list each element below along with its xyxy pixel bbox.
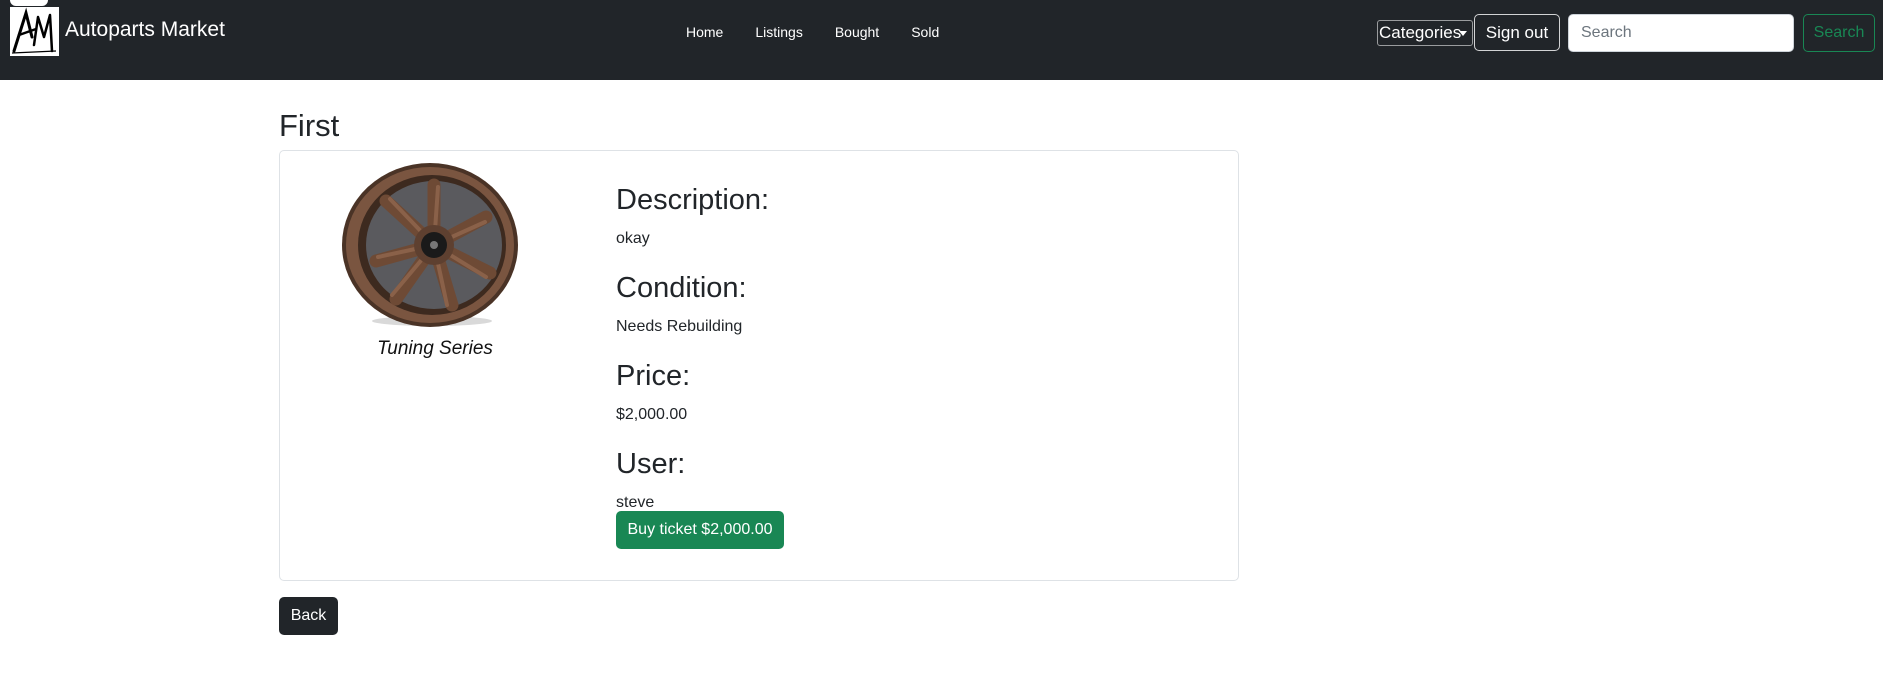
page-title: First (279, 108, 340, 143)
nav-sold[interactable]: Sold (895, 23, 955, 41)
listing-details: Description: okay Condition: Needs Rebui… (616, 183, 769, 535)
search-input[interactable] (1568, 14, 1794, 52)
main-nav: Home Listings Bought Sold (670, 23, 955, 41)
price-label: Price: (616, 360, 691, 392)
search-button[interactable]: Search (1803, 14, 1875, 52)
listing-card: Tuning Series Description: okay Conditio… (279, 150, 1239, 581)
condition-value: Needs Rebuilding (616, 318, 743, 335)
logo-am-icon (11, 7, 57, 54)
image-caption: Tuning Series (377, 338, 493, 359)
categories-label: Categories (1379, 23, 1462, 42)
categories-dropdown[interactable]: Categories (1377, 20, 1473, 46)
description-label: Description: (616, 184, 770, 216)
description-value: okay (616, 230, 650, 247)
brand-name[interactable]: Autoparts Market (65, 17, 225, 43)
buy-ticket-button[interactable]: Buy ticket $2,000.00 (616, 511, 784, 549)
back-button[interactable]: Back (279, 597, 338, 635)
top-navbar: Autoparts Market Home Listings Bought So… (0, 0, 1883, 80)
caret-down-icon (1459, 31, 1467, 36)
user-value: steve (616, 494, 655, 511)
logo-tab-decoration (10, 0, 48, 6)
sign-out-button[interactable]: Sign out (1474, 14, 1560, 51)
condition-label: Condition: (616, 272, 747, 304)
nav-bought[interactable]: Bought (819, 23, 895, 41)
nav-listings[interactable]: Listings (739, 23, 818, 41)
price-value: $2,000.00 (616, 406, 688, 423)
nav-home[interactable]: Home (670, 23, 739, 41)
user-label: User: (616, 448, 686, 480)
autoparts-market-logo[interactable] (10, 7, 59, 56)
alloy-wheel-image (340, 161, 520, 331)
